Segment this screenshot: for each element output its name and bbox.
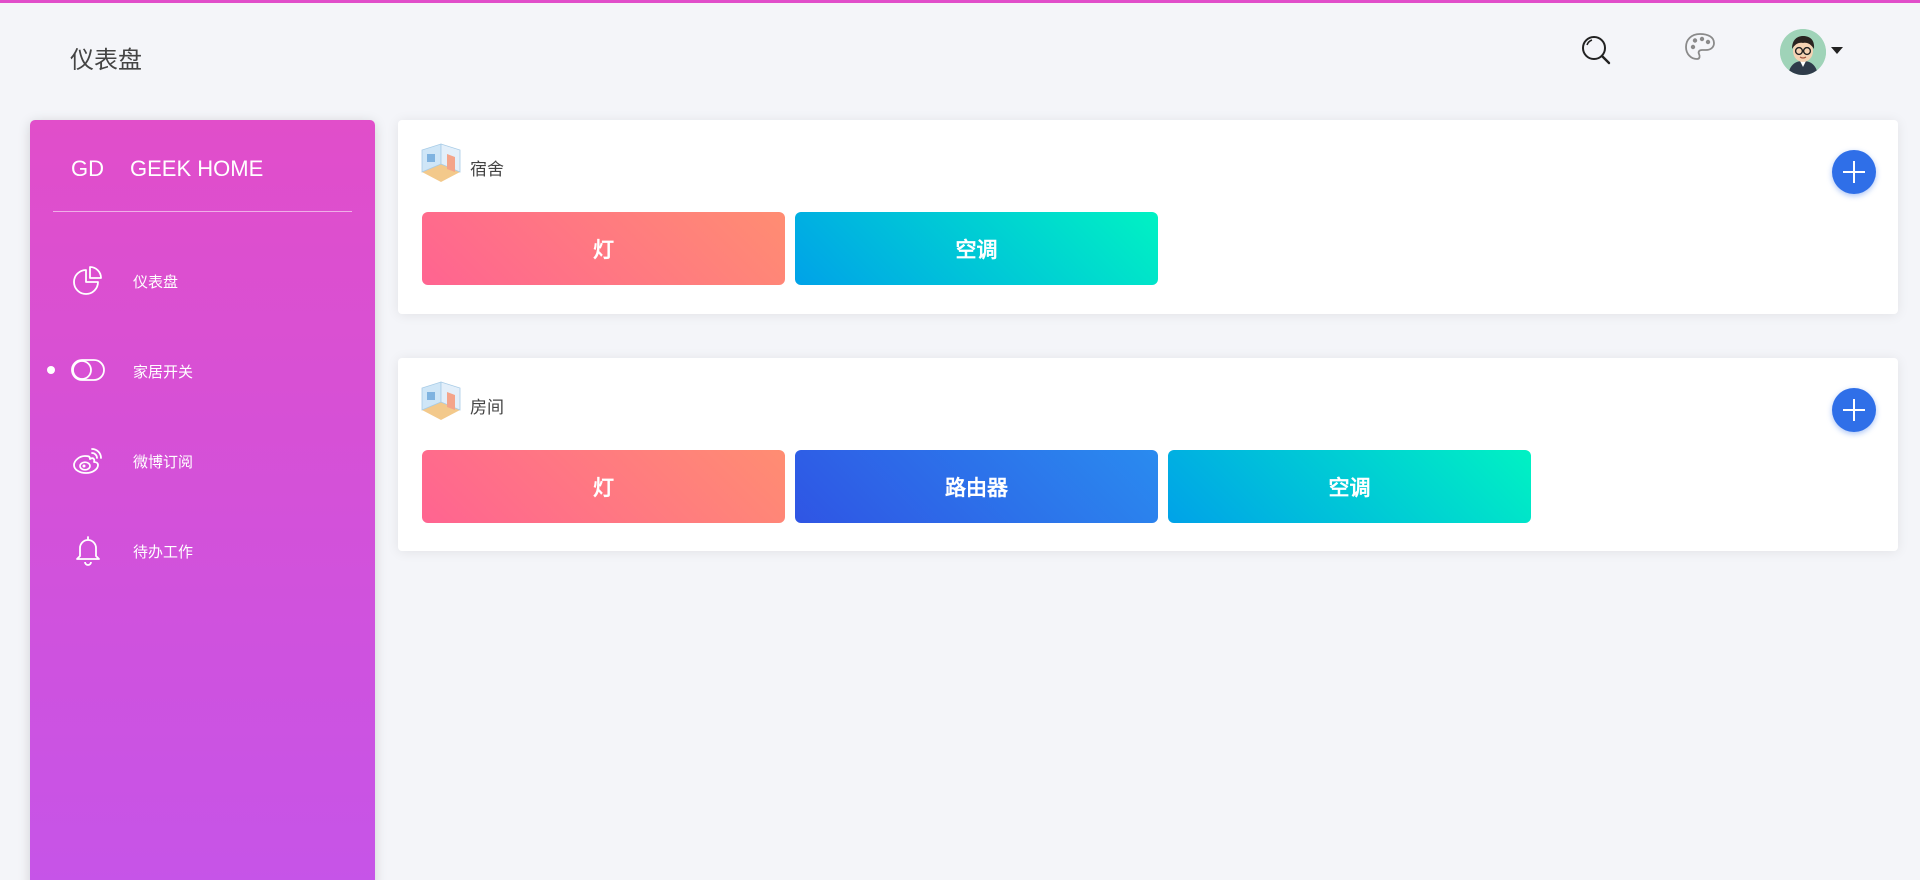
sidebar-item-home-switches[interactable]: 家居开关: [30, 344, 375, 396]
device-button-light[interactable]: 灯: [422, 450, 785, 523]
room-icon: [418, 142, 464, 188]
room-card-room: 房间 灯 路由器 空调: [398, 358, 1898, 551]
sidebar-divider: [53, 211, 352, 212]
room-title: 房间: [470, 398, 504, 417]
add-device-button[interactable]: [1832, 388, 1876, 432]
device-button-ac[interactable]: 空调: [795, 212, 1158, 285]
room-icon: [418, 380, 464, 426]
palette-icon[interactable]: [1684, 32, 1716, 62]
toggle-icon: [70, 354, 106, 386]
active-indicator: [47, 366, 55, 374]
sidebar-item-label: 待办工作: [133, 544, 194, 561]
sidebar-item-label: 仪表盘: [133, 274, 179, 291]
pie-chart-icon: [72, 264, 104, 296]
device-button-ac[interactable]: 空调: [1168, 450, 1531, 523]
avatar[interactable]: [1780, 29, 1826, 75]
sidebar-item-label: 家居开关: [133, 364, 194, 381]
device-button-light[interactable]: 灯: [422, 212, 785, 285]
caret-down-icon[interactable]: [1831, 47, 1843, 54]
room-card-dorm: 宿舍 灯 空调: [398, 120, 1898, 314]
sidebar-item-label: 微博订阅: [133, 454, 194, 471]
brand-mini-logo[interactable]: GD: [71, 156, 104, 182]
sidebar-item-todo[interactable]: 待办工作: [30, 524, 375, 576]
search-icon[interactable]: [1580, 34, 1614, 68]
sidebar: GD GEEK HOME 仪表盘 家居开关 微博订阅 待办工作: [30, 120, 375, 880]
bell-icon: [72, 534, 104, 566]
device-button-router[interactable]: 路由器: [795, 450, 1158, 523]
brand-name[interactable]: GEEK HOME: [130, 156, 263, 182]
sidebar-item-weibo[interactable]: 微博订阅: [30, 434, 375, 486]
page-title: 仪表盘: [70, 47, 142, 74]
weibo-icon: [72, 444, 104, 476]
room-title: 宿舍: [470, 160, 504, 179]
sidebar-item-dashboard[interactable]: 仪表盘: [30, 254, 375, 306]
top-accent-bar: [0, 0, 1920, 3]
add-device-button[interactable]: [1832, 150, 1876, 194]
